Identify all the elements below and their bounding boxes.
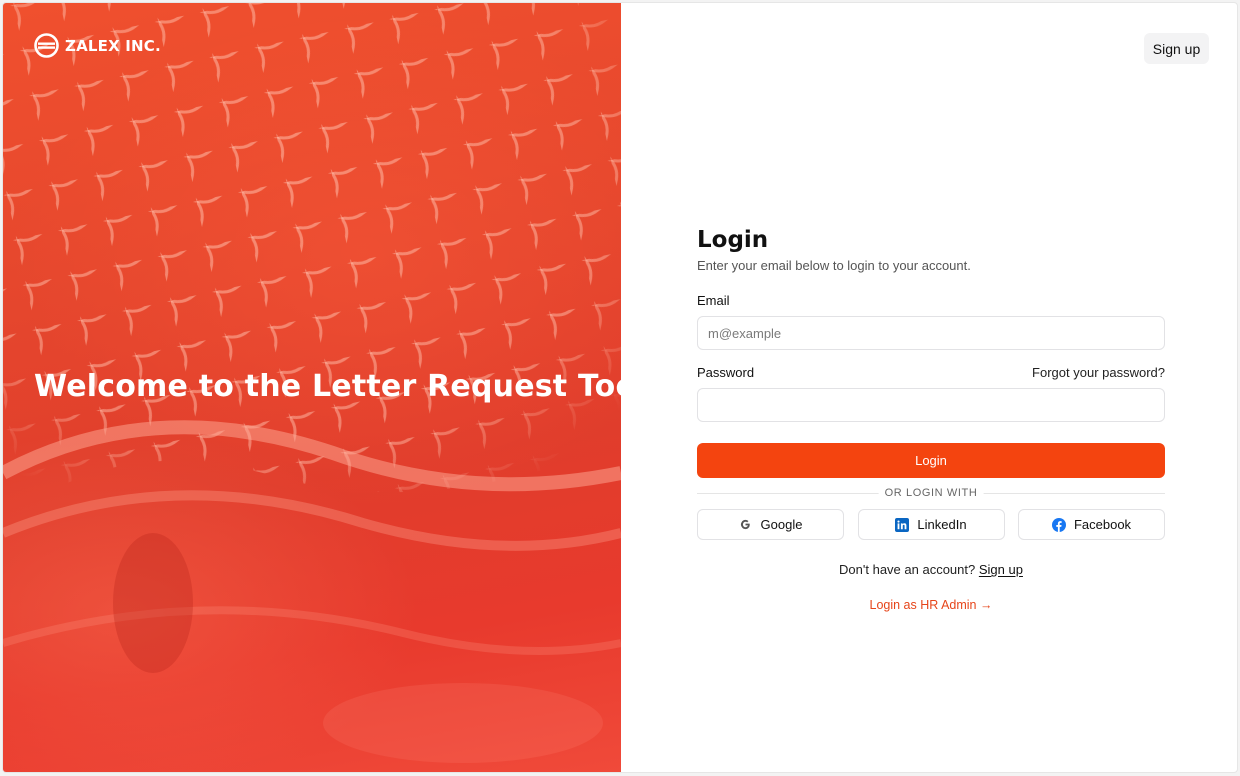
header-signup-button[interactable]: Sign up <box>1144 33 1209 64</box>
email-label: Email <box>697 293 730 308</box>
divider-label: OR LOGIN WITH <box>878 485 984 501</box>
login-title: Login <box>697 227 769 253</box>
zalex-logo-icon <box>34 33 59 58</box>
social-login-row: Google LinkedIn Facebook <box>697 509 1165 540</box>
signup-link[interactable]: Sign up <box>979 562 1023 577</box>
facebook-label: Facebook <box>1073 517 1132 532</box>
hero-panel: ZALEX INC. Welcome to the Letter Request… <box>3 3 621 772</box>
app-window: ZALEX INC. Welcome to the Letter Request… <box>2 2 1238 773</box>
google-icon <box>739 518 753 532</box>
login-button[interactable]: Login <box>697 443 1165 478</box>
google-login-button[interactable]: Google <box>697 509 844 540</box>
brand-name: ZALEX INC. <box>65 36 161 55</box>
hero-title: Welcome to the Letter Request Tool <box>34 369 621 404</box>
login-subtitle: Enter your email below to login to your … <box>697 258 971 273</box>
hr-admin-login-link[interactable]: Login as HR Admin → <box>697 598 1165 612</box>
linkedin-login-button[interactable]: LinkedIn <box>857 509 1005 540</box>
login-form: Login Enter your email below to login to… <box>697 227 1165 612</box>
linkedin-icon <box>895 517 910 532</box>
email-field[interactable] <box>697 316 1165 350</box>
brand-logo[interactable]: ZALEX INC. <box>34 33 161 58</box>
facebook-icon <box>1051 517 1066 532</box>
signup-prompt: Don't have an account? Sign up <box>697 562 1165 577</box>
forgot-password-link[interactable]: Forgot your password? <box>1032 365 1165 380</box>
linkedin-label: LinkedIn <box>917 517 967 532</box>
google-label: Google <box>760 517 803 532</box>
or-login-with-divider: OR LOGIN WITH <box>697 485 1165 501</box>
password-label: Password <box>697 365 755 380</box>
password-field[interactable] <box>697 388 1165 422</box>
facebook-login-button[interactable]: Facebook <box>1018 509 1165 540</box>
password-row: Password Forgot your password? <box>697 365 1165 380</box>
no-account-text: Don't have an account? <box>839 562 976 577</box>
